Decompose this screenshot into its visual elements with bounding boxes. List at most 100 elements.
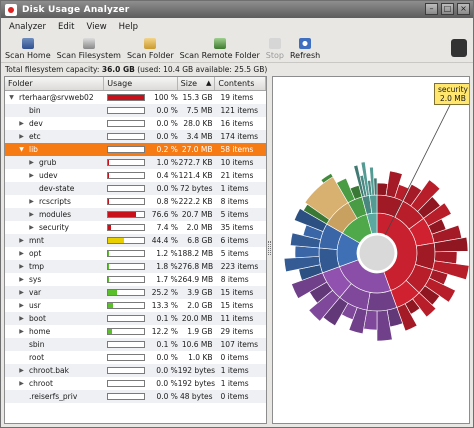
menu-edit[interactable]: Edit	[58, 22, 74, 32]
folder-tree[interactable]: Folder Usage Size ▲ Contents ▼ rterhaar@sr…	[4, 76, 267, 424]
usage-bar	[106, 354, 145, 361]
contents-cell: 16 items	[220, 119, 254, 128]
ring-chart-svg[interactable]	[273, 77, 470, 424]
tree-row[interactable]: ▶ opt 1.2 % 188.2 MB 5 items	[5, 247, 266, 260]
contents-cell: 10 items	[220, 158, 254, 167]
refresh-label: Refresh	[289, 51, 321, 60]
expander-closed-icon[interactable]: ▶	[17, 328, 26, 335]
size-cell: 10.6 MB	[181, 340, 213, 349]
tree-row[interactable]: ▶ boot 0.1 % 20.0 MB 11 items	[5, 312, 266, 325]
capacity-total: 36.0 GB	[101, 65, 135, 74]
usage-cell: 1.7 %	[104, 275, 178, 284]
folder-name: dev	[29, 119, 43, 128]
usage-bar	[106, 315, 145, 322]
folder-name: root	[29, 353, 45, 362]
tree-row[interactable]: ▼ rterhaar@srvweb02 100 % 15.3 GB 19 items	[5, 91, 266, 104]
menu-help[interactable]: Help	[119, 22, 138, 32]
tree-row[interactable]: ▶ security 7.4 % 2.0 MB 35 items	[5, 221, 266, 234]
expander-closed-icon[interactable]: ▶	[17, 289, 26, 296]
tree-row[interactable]: ▶ udev 0.4 % 121.4 KB 21 items	[5, 169, 266, 182]
close-icon[interactable]: ×	[457, 3, 470, 15]
expander-closed-icon[interactable]: ▶	[17, 315, 26, 322]
header-size[interactable]: Size ▲	[178, 77, 216, 90]
usage-bar-fill	[108, 225, 111, 230]
expander-closed-icon[interactable]: ▶	[27, 224, 36, 231]
scan-home-button[interactable]: Scan Home	[5, 38, 51, 62]
tree-row[interactable]: .reiserfs_priv 0.0 % 48 bytes 0 items	[5, 390, 266, 403]
ring3-segment[interactable]	[373, 177, 378, 196]
expander-closed-icon[interactable]: ▶	[17, 133, 26, 140]
scan-filesystem-button[interactable]: Scan Filesystem	[57, 38, 121, 62]
menu-view[interactable]: View	[86, 22, 106, 32]
ring-center[interactable]	[358, 234, 396, 272]
tree-row[interactable]: ▶ sys 1.7 % 264.9 MB 8 items	[5, 273, 266, 286]
tree-row[interactable]: bin 0.0 % 7.5 MB 121 items	[5, 104, 266, 117]
header-folder[interactable]: Folder	[5, 77, 105, 90]
stop-button[interactable]: Stop	[266, 38, 284, 62]
refresh-button[interactable]: Refresh	[290, 38, 320, 62]
pane-splitter[interactable]	[268, 241, 271, 255]
tree-row[interactable]: root 0.0 % 1.0 KB 0 items	[5, 351, 266, 364]
usage-percent: 0.0 %	[156, 379, 178, 388]
size-cell: 222.2 KB	[178, 197, 213, 206]
scan-filesystem-label: Scan Filesystem	[56, 51, 121, 60]
expander-closed-icon[interactable]: ▶	[27, 172, 36, 179]
usage-percent: 25.2 %	[151, 288, 178, 297]
tree-row[interactable]: ▼ lib 0.2 % 27.0 MB 58 items	[5, 143, 266, 156]
scan-remote-folder-button[interactable]: Scan Remote Folder	[180, 38, 260, 62]
usage-percent: 0.0 %	[156, 132, 178, 141]
tree-row[interactable]: ▶ chroot 0.0 % 192 bytes 1 items	[5, 377, 266, 390]
expander-closed-icon[interactable]: ▶	[17, 302, 26, 309]
usage-percent: 0.0 %	[156, 106, 178, 115]
expander-closed-icon[interactable]: ▶	[17, 250, 26, 257]
expander-closed-icon[interactable]: ▶	[17, 120, 26, 127]
folder-cell: ▶ opt	[5, 249, 104, 258]
expander-closed-icon[interactable]: ▶	[17, 237, 26, 244]
tree-row[interactable]: ▶ home 12.2 % 1.9 GB 29 items	[5, 325, 266, 338]
header-usage[interactable]: Usage	[104, 77, 178, 90]
usage-cell: 7.4 %	[104, 223, 178, 232]
tree-row[interactable]: ▶ chroot.bak 0.0 % 192 bytes 1 items	[5, 364, 266, 377]
folder-cell: .reiserfs_priv	[5, 392, 104, 401]
title-bar[interactable]: Disk Usage Analyzer – □ ×	[1, 1, 473, 18]
expander-closed-icon[interactable]: ▶	[27, 211, 36, 218]
tree-row[interactable]: ▶ tmp 1.8 % 276.8 MB 223 items	[5, 260, 266, 273]
expander-closed-icon[interactable]: ▶	[17, 263, 26, 270]
usage-bar	[106, 94, 145, 101]
contents-cell: 58 items	[220, 145, 254, 154]
usage-bar-fill	[107, 238, 124, 243]
expander-open-icon[interactable]: ▼	[17, 146, 26, 153]
expander-closed-icon[interactable]: ▶	[27, 159, 36, 166]
size-cell: 2.0 GB	[187, 301, 213, 310]
tree-row[interactable]: dev-state 0.0 % 72 bytes 1 items	[5, 182, 266, 195]
tree-row[interactable]: ▶ usr 13.3 % 2.0 GB 15 items	[5, 299, 266, 312]
ring-chart[interactable]: security 2.0 MB	[272, 76, 470, 424]
header-contents[interactable]: Contents	[215, 77, 266, 90]
tree-row[interactable]: ▶ rcscripts 0.8 % 222.2 KB 8 items	[5, 195, 266, 208]
expander-closed-icon[interactable]: ▶	[27, 198, 36, 205]
usage-bar	[107, 211, 146, 218]
scan-folder-button[interactable]: Scan Folder	[127, 38, 174, 62]
expander-closed-icon[interactable]: ▶	[17, 276, 26, 283]
tree-row[interactable]: ▶ var 25.2 % 3.9 GB 15 items	[5, 286, 266, 299]
tree-row[interactable]: ▶ grub 1.0 % 272.7 KB 10 items	[5, 156, 266, 169]
maximize-icon[interactable]: □	[441, 3, 454, 15]
tree-row[interactable]: ▶ modules 76.6 % 20.7 MB 5 items	[5, 208, 266, 221]
expander-open-icon[interactable]: ▼	[7, 94, 16, 101]
tree-row[interactable]: ▶ etc 0.0 % 3.4 MB 174 items	[5, 130, 266, 143]
menu-analyzer[interactable]: Analyzer	[9, 22, 46, 32]
usage-cell: 12.2 %	[104, 327, 178, 336]
folder-name: lib	[29, 145, 38, 154]
tree-row[interactable]: ▶ mnt 44.4 % 6.8 GB 6 items	[5, 234, 266, 247]
folder-name: security	[39, 223, 69, 232]
minimize-icon[interactable]: –	[425, 3, 438, 15]
folder-cell: ▶ var	[5, 288, 104, 297]
expander-closed-icon[interactable]: ▶	[17, 380, 26, 387]
size-cell: 7.5 MB	[186, 106, 213, 115]
tree-row[interactable]: sbin 0.1 % 10.6 MB 107 items	[5, 338, 266, 351]
tree-row[interactable]: ▶ dev 0.0 % 28.0 KB 16 items	[5, 117, 266, 130]
contents-cell: 223 items	[220, 262, 259, 271]
folder-name: var	[29, 288, 42, 297]
usage-bar	[106, 302, 145, 309]
expander-closed-icon[interactable]: ▶	[17, 367, 26, 374]
